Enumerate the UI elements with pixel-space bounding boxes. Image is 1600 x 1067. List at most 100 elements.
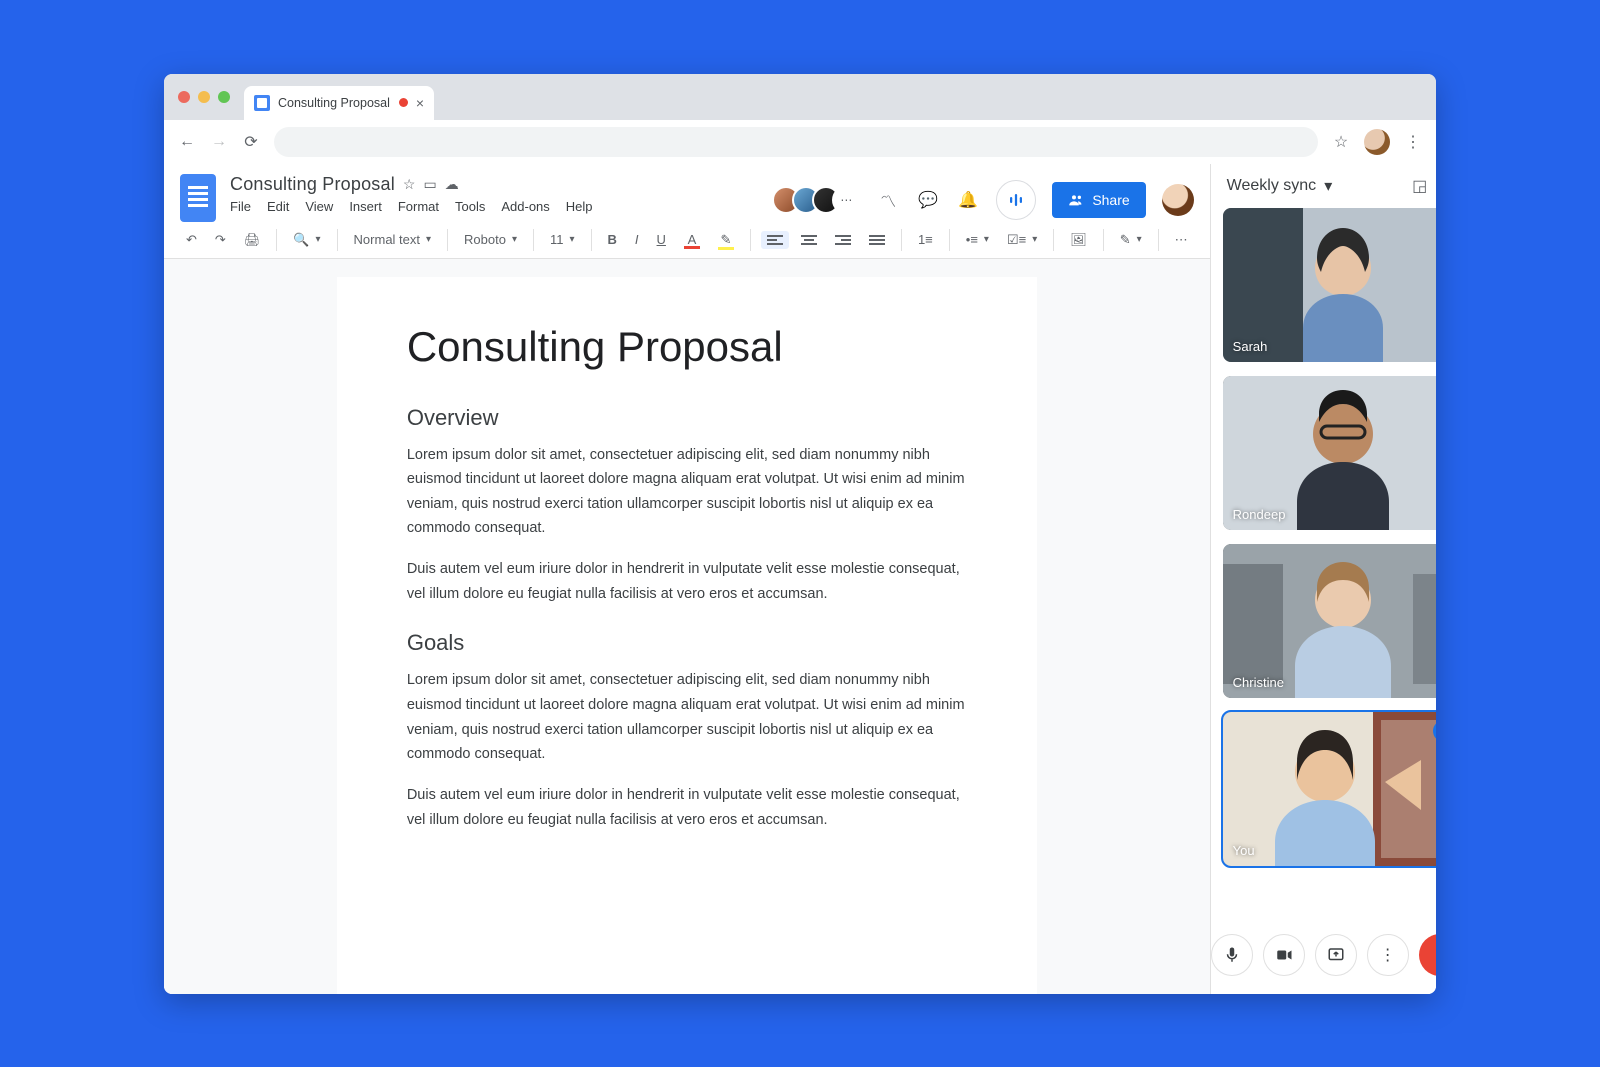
presence-avatars[interactable]: ⋯ [772,186,860,214]
back-button[interactable]: ← [178,133,196,151]
docs-favicon-icon [254,95,270,111]
document-title[interactable]: Consulting Proposal [230,174,395,195]
participant-grid: Sarah Rondeep Christine You [1211,208,1436,920]
meet-panel: Weekly sync ▾ ◲ ↗ Sarah Rondeep [1211,164,1436,994]
redo-button[interactable]: ↷ [209,228,232,252]
move-icon[interactable]: ▭ [423,176,436,193]
italic-button[interactable]: I [629,228,645,251]
tab-close-button[interactable]: × [416,95,424,111]
recording-indicator-icon [399,98,408,107]
speaking-indicator-icon [1433,720,1436,742]
meet-panel-header: Weekly sync ▾ ◲ ↗ [1211,164,1436,208]
participant-tile[interactable]: Rondeep [1223,376,1436,530]
hang-up-icon [1435,943,1436,967]
bold-button[interactable]: B [602,228,623,251]
participant-name: Rondeep [1233,507,1286,522]
menu-bar: File Edit View Insert Format Tools Add-o… [230,195,758,214]
align-right-button[interactable] [829,231,857,249]
share-button-label: Share [1092,192,1129,208]
checklist-button[interactable]: ☑≡ [1001,228,1043,252]
participant-tile[interactable]: Christine [1223,544,1436,698]
menu-format[interactable]: Format [398,199,439,214]
doc-paragraph[interactable]: Lorem ipsum dolor sit amet, consectetuer… [407,668,967,767]
comments-icon[interactable]: 💬 [916,188,940,212]
document-canvas[interactable]: Consulting Proposal Overview Lorem ipsum… [164,259,1210,994]
doc-paragraph[interactable]: Lorem ipsum dolor sit amet, consectetuer… [407,443,967,542]
numbered-list-button[interactable]: 1≡ [912,228,939,251]
align-left-button[interactable] [761,231,789,249]
share-button[interactable]: Share [1052,182,1145,218]
menu-addons[interactable]: Add-ons [501,199,549,214]
doc-paragraph[interactable]: Duis autem vel eum iriure dolor in hendr… [407,557,967,606]
forward-button[interactable]: → [210,133,228,151]
menu-tools[interactable]: Tools [455,199,485,214]
star-icon[interactable]: ☆ [403,176,416,193]
browser-tab-title: Consulting Proposal [278,96,390,110]
editing-mode-button[interactable]: ✎ [1114,228,1148,252]
bookmark-star-icon[interactable]: ☆ [1332,132,1350,152]
undo-button[interactable]: ↶ [180,228,203,252]
picture-in-picture-icon[interactable]: ◲ [1412,176,1427,196]
meet-controls: ⋮ [1211,920,1436,994]
text-color-button[interactable]: A [678,228,706,251]
doc-section-heading[interactable]: Goals [407,630,967,656]
doc-h1[interactable]: Consulting Proposal [407,323,967,371]
docs-header: Consulting Proposal ☆ ▭ ☁ File Edit View… [164,164,1210,222]
window-zoom-button[interactable] [218,91,230,103]
people-icon [1068,192,1084,208]
align-center-button[interactable] [795,231,823,249]
font-size-dropdown[interactable]: 11 [544,228,581,251]
menu-file[interactable]: File [230,199,251,214]
present-button[interactable] [1315,934,1357,976]
participant-tile-self[interactable]: You [1223,712,1436,866]
browser-profile-avatar[interactable] [1364,129,1390,155]
reload-button[interactable]: ⟳ [242,132,260,152]
font-family-dropdown[interactable]: Roboto [458,228,523,251]
doc-paragraph[interactable]: Duis autem vel eum iriure dolor in hendr… [407,783,967,832]
menu-view[interactable]: View [305,199,333,214]
window-minimize-button[interactable] [198,91,210,103]
align-justify-button[interactable] [863,231,891,249]
hang-up-button[interactable] [1419,934,1436,976]
browser-tab-strip: Consulting Proposal × [164,74,1436,120]
docs-header-actions: ⋯ 〽 💬 🔔 Share [772,174,1193,220]
document-page[interactable]: Consulting Proposal Overview Lorem ipsum… [337,277,1037,994]
underline-button[interactable]: U [651,228,672,251]
menu-help[interactable]: Help [566,199,593,214]
mute-button[interactable] [1211,934,1253,976]
print-button[interactable]: 🖨 [238,228,267,252]
menu-insert[interactable]: Insert [349,199,382,214]
chevron-down-icon: ▾ [1324,176,1332,196]
address-bar[interactable] [274,127,1318,157]
camera-icon [1275,946,1293,964]
browser-window: Consulting Proposal × ← → ⟳ ☆ ⋮ Consulti… [164,74,1436,994]
participant-tile[interactable]: Sarah [1223,208,1436,362]
bulleted-list-button[interactable]: •≡ [960,228,995,251]
browser-toolbar: ← → ⟳ ☆ ⋮ [164,120,1436,164]
more-options-button[interactable]: ⋮ [1367,934,1409,976]
camera-button[interactable] [1263,934,1305,976]
docs-logo-icon[interactable] [180,174,216,222]
window-close-button[interactable] [178,91,190,103]
present-screen-icon [1327,946,1345,964]
browser-tab[interactable]: Consulting Proposal × [244,86,434,120]
insert-image-button[interactable]: 🖼 [1064,228,1093,252]
activity-icon[interactable]: 〽 [876,188,900,212]
cloud-saved-icon: ☁ [445,176,459,193]
meet-in-doc-button[interactable] [996,180,1036,220]
zoom-dropdown[interactable]: 🔍 [287,228,326,252]
docs-editor: Consulting Proposal ☆ ▭ ☁ File Edit View… [164,164,1211,994]
notifications-icon[interactable]: 🔔 [956,188,980,212]
menu-edit[interactable]: Edit [267,199,289,214]
highlight-color-button[interactable]: ✎ [712,228,740,252]
window-controls [178,91,230,103]
formatting-toolbar: ↶ ↷ 🖨 🔍 Normal text Roboto 11 B I U A ✎ [164,222,1210,259]
account-avatar[interactable] [1162,184,1194,216]
paragraph-style-dropdown[interactable]: Normal text [348,228,438,251]
doc-section-heading[interactable]: Overview [407,405,967,431]
browser-menu-button[interactable]: ⋮ [1404,132,1422,152]
toolbar-overflow-button[interactable]: ⋯ [1169,228,1194,252]
participant-name: Christine [1233,675,1284,690]
app-region: Consulting Proposal ☆ ▭ ☁ File Edit View… [164,164,1436,994]
meeting-title-dropdown[interactable]: Weekly sync ▾ [1227,176,1333,196]
